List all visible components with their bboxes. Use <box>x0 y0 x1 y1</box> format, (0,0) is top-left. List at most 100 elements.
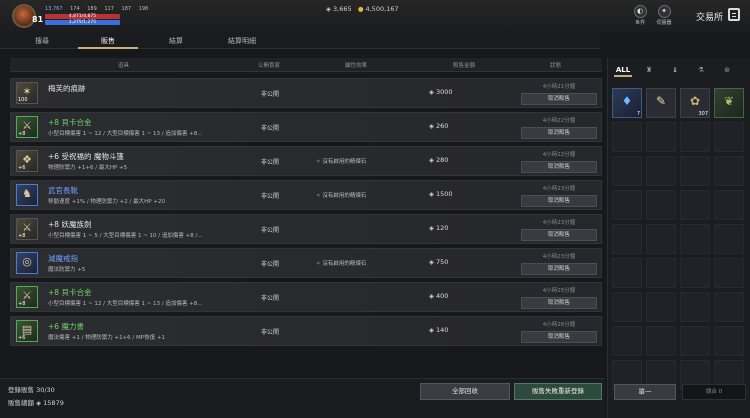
player-level: 81 <box>32 15 44 24</box>
diamond-icon: ◈ <box>429 326 434 334</box>
cancel-sale-button[interactable]: 取消販售 <box>521 331 597 343</box>
inventory-slot[interactable]: ♦ 7 <box>612 88 642 118</box>
tab-search[interactable]: 搜尋 <box>12 33 72 49</box>
inventory-slot[interactable] <box>680 258 710 288</box>
public-status: 非公開 <box>261 329 280 336</box>
inventory-slot[interactable] <box>612 326 642 356</box>
cancel-sale-button[interactable]: 取消販售 <box>521 229 597 241</box>
potion-icon[interactable]: ⚗ <box>692 63 710 77</box>
category-all[interactable]: ALL <box>614 63 632 77</box>
header-item: 道具 <box>118 63 130 69</box>
listing-row[interactable]: ◎ 減魔戒指 魔法防禦力 +5 非公開 ✧ 沒有啟用的精煉石 ◈ 750 4小時23分鐘 取消販… <box>10 248 602 278</box>
item-thumbnail[interactable]: ♞ <box>16 184 38 206</box>
inventory-slot[interactable] <box>680 292 710 322</box>
inventory-slot[interactable] <box>680 156 710 186</box>
inventory-slot[interactable] <box>646 156 676 186</box>
helmet-icon[interactable]: ♜ <box>640 63 658 77</box>
inventory-slot[interactable] <box>714 122 744 152</box>
tab-sell[interactable]: 販售 <box>78 33 138 49</box>
inventory-slot[interactable] <box>646 224 676 254</box>
stat-value: 198 <box>138 6 149 12</box>
diamond-amount: 3,665 <box>333 5 352 13</box>
recall-all-button[interactable]: 全部回收 <box>420 383 510 400</box>
inventory-slot[interactable] <box>612 156 642 186</box>
item-thumbnail[interactable]: ✶ 100 <box>16 82 38 104</box>
listing-row[interactable]: ♞ 武官長靴 移動速度 +1% / 物理防禦力 +2 / 最大HP +20 非公開 ✧ … <box>10 180 602 210</box>
inventory-total-label: 總合 <box>705 389 717 395</box>
listing-row[interactable]: ✶ 100 梅芙的痕跡 非公開 ◈ 3000 4小時21分鐘 取消販售 <box>10 78 602 108</box>
gold-amount: 4,500,167 <box>365 5 399 13</box>
item-thumbnail[interactable]: ⚔ +8 <box>16 218 38 240</box>
inventory-slot[interactable] <box>612 224 642 254</box>
inventory-slot[interactable] <box>680 224 710 254</box>
listing-row[interactable]: ⚔ +8 +8 貝卡合金 小型目標傷害 1 ~ 12 / 大型目標傷害 1 ~ 13 … <box>10 112 602 142</box>
inventory-slot[interactable] <box>714 258 744 288</box>
inventory-slot[interactable] <box>680 122 710 152</box>
misc-icon[interactable]: ⊛ <box>718 63 736 77</box>
item-price: ◈ 3000 <box>429 88 453 96</box>
item-thumbnail[interactable]: ▤ +6 <box>16 320 38 342</box>
cancel-sale-button[interactable]: 取消販售 <box>521 195 597 207</box>
inventory-slot[interactable] <box>714 224 744 254</box>
item-badge: +8 <box>18 233 26 239</box>
item-thumbnail[interactable]: ⚔ +8 <box>16 286 38 308</box>
inventory-slot[interactable] <box>612 292 642 322</box>
cancel-sale-button[interactable]: 取消販售 <box>521 263 597 275</box>
total-label: 販售總額 <box>8 399 34 407</box>
inventory-slot[interactable] <box>612 258 642 288</box>
inventory-slot[interactable] <box>714 190 744 220</box>
cancel-sale-button[interactable]: 取消販售 <box>521 161 597 173</box>
time-remaining: 4小時23分鐘 <box>542 220 576 226</box>
price-value: 260 <box>436 122 449 130</box>
item-thumbnail[interactable]: ⚔ +8 <box>16 116 38 138</box>
world-button[interactable]: ◐ 世界 <box>632 5 648 26</box>
server-button[interactable]: ✦ 伺服器 <box>656 5 672 26</box>
item-thumbnail[interactable]: ◎ <box>16 252 38 274</box>
item-badge: +6 <box>18 335 26 341</box>
inventory-slot[interactable] <box>612 190 642 220</box>
inventory-slot[interactable] <box>646 190 676 220</box>
inventory-slot[interactable] <box>646 258 676 288</box>
listing-table-header: 道具 公開喜家 屬性效果 販售金額 狀態 <box>10 58 602 72</box>
diamond-icon: ◈ <box>36 399 42 407</box>
item-name: +6 魔力書 <box>48 322 84 331</box>
inventory-total-value: 0 <box>718 389 723 395</box>
armor-icon[interactable]: ♝ <box>666 63 684 77</box>
inventory-slot[interactable] <box>646 292 676 322</box>
gold-coin-icon: ● <box>357 5 364 13</box>
inventory-slot[interactable]: ✎ <box>646 88 676 118</box>
diamond-icon: ◈ <box>429 224 434 232</box>
server-icon: ✦ <box>657 5 671 18</box>
reregister-failed-button[interactable]: 販售失敗重新登錄 <box>514 383 602 400</box>
tab-settlement-details[interactable]: 結算明細 <box>212 33 272 49</box>
item-price: ◈ 750 <box>429 258 448 266</box>
listing-row[interactable]: ❖ +6 +6 受祝福的 魔物斗篷 物理防禦力 +1+6 / 最大HP +5 非公開 ✧ … <box>10 146 602 176</box>
listing-row[interactable]: ⚔ +8 +8 貝卡合金 小型目標傷害 1 ~ 12 / 大型目標傷害 1 ~ 13 … <box>10 282 602 312</box>
item-thumbnail[interactable]: ❖ +6 <box>16 150 38 172</box>
inventory-slot[interactable] <box>646 122 676 152</box>
inventory-slot[interactable] <box>680 190 710 220</box>
inventory-slot[interactable]: ❦ <box>714 88 744 118</box>
registered-count: 登錄販售 30/30 <box>8 384 55 394</box>
inventory-slot[interactable] <box>612 122 642 152</box>
cancel-sale-button[interactable]: 取消販售 <box>521 297 597 309</box>
cancel-sale-button[interactable]: 取消販售 <box>521 127 597 139</box>
item-icon: ✎ <box>655 94 667 108</box>
inventory-slot[interactable] <box>646 326 676 356</box>
cancel-sale-button[interactable]: 取消販售 <box>521 93 597 105</box>
price-value: 400 <box>436 292 449 300</box>
single-button[interactable]: 單一 <box>614 384 676 400</box>
inventory-slot[interactable] <box>714 156 744 186</box>
tab-settlement[interactable]: 結算 <box>146 33 206 49</box>
inventory-slot[interactable] <box>714 326 744 356</box>
listing-table: ✶ 100 梅芙的痕跡 非公開 ◈ 3000 4小時21分鐘 取消販售 ⚔ +8 +8 貝卡合金 小型… <box>10 78 602 350</box>
inventory-slot[interactable]: ✿ 307 <box>680 88 710 118</box>
listing-row[interactable]: ⚔ +8 +8 妖魔族劍 小型目標傷害 1 ~ 5 / 大型目標傷害 1 ~ 10 /… <box>10 214 602 244</box>
inventory-slot[interactable] <box>680 326 710 356</box>
inventory-slot[interactable] <box>714 292 744 322</box>
header-public: 公開喜家 <box>258 63 281 69</box>
exit-icon[interactable] <box>728 8 740 21</box>
stat-value: 189 <box>87 6 97 12</box>
listing-row[interactable]: ▤ +6 +6 魔力書 魔法傷害 +1 / 物理防禦力 +1+6 / MP恢復 +1 非… <box>10 316 602 346</box>
item-price: ◈ 260 <box>429 122 448 130</box>
